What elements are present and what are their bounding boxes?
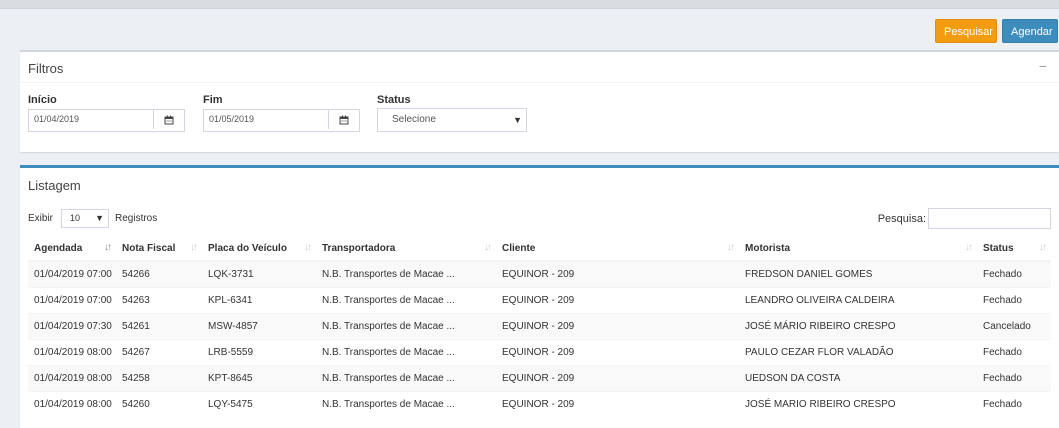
inicio-label: Início bbox=[28, 94, 57, 106]
caret-down-icon: ▼ bbox=[95, 213, 104, 223]
fim-label: Fim bbox=[203, 94, 223, 106]
cell-transportadora: N.B. Transportes de Macae ... bbox=[316, 287, 496, 314]
calendar-icon[interactable] bbox=[328, 110, 359, 129]
column-header-transportadora[interactable]: Transportadora ↓↑ bbox=[316, 236, 496, 262]
caret-down-icon: ▼ bbox=[513, 115, 522, 125]
cell-transportadora: N.B. Transportes de Macae ... bbox=[316, 260, 496, 288]
cell-status: Fechado bbox=[977, 339, 1051, 366]
sort-icon: ↓↑ bbox=[727, 242, 735, 253]
cell-placa: LQK-3731 bbox=[202, 260, 316, 288]
exibir-label: Exibir bbox=[28, 213, 54, 224]
cell-motorista: PAULO CEZAR FLOR VALADÃO bbox=[739, 339, 977, 366]
listagem-panel: Listagem Exibir 10 ▼ Registros Pesquisa:… bbox=[20, 165, 1059, 428]
status-select[interactable]: Selecione ▼ bbox=[377, 108, 527, 132]
cell-transportadora: N.B. Transportes de Macae ... bbox=[316, 391, 496, 417]
cell-nota-fiscal: 54266 bbox=[116, 260, 202, 288]
cell-agendada: 01/04/2019 07:30 bbox=[28, 313, 116, 340]
cell-status: Fechado bbox=[977, 391, 1051, 417]
page-size-select[interactable]: 10 ▼ bbox=[61, 209, 109, 228]
calendar-icon[interactable] bbox=[153, 110, 184, 129]
table-header-row: Agendada ↓↑ Nota Fiscal ↓↑ Placa do Veícul… bbox=[28, 236, 1051, 262]
column-header-motorista[interactable]: Motorista ↓↑ bbox=[739, 236, 977, 262]
search-input[interactable] bbox=[928, 208, 1051, 229]
cell-placa: KPL-6341 bbox=[202, 287, 316, 314]
column-header-placa[interactable]: Placa do Veículo ↓↑ bbox=[202, 236, 316, 262]
cell-cliente: EQUINOR - 209 bbox=[496, 339, 739, 366]
status-select-value: Selecione bbox=[392, 114, 436, 125]
top-bar bbox=[0, 0, 1059, 9]
cell-status: Fechado bbox=[977, 260, 1051, 288]
cell-cliente: EQUINOR - 209 bbox=[496, 260, 739, 288]
cell-status: Cancelado bbox=[977, 313, 1051, 340]
sort-icon: ↓↑ bbox=[965, 242, 973, 253]
table-row[interactable]: 01/04/2019 08:00 54267 LRB-5559 N.B. Tra… bbox=[28, 339, 1051, 366]
table-row[interactable]: 01/04/2019 07:00 54266 LQK-3731 N.B. Tra… bbox=[28, 260, 1051, 288]
fim-date-input[interactable] bbox=[204, 110, 328, 129]
cell-motorista: UEDSON DA COSTA bbox=[739, 365, 977, 392]
cell-nota-fiscal: 54261 bbox=[116, 313, 202, 340]
registros-label: Registros bbox=[115, 213, 158, 224]
status-label: Status bbox=[377, 94, 411, 106]
cell-motorista: LEANDRO OLIVEIRA CALDEIRA bbox=[739, 287, 977, 314]
cell-motorista: FREDSON DANIEL GOMES bbox=[739, 260, 977, 288]
cell-transportadora: N.B. Transportes de Macae ... bbox=[316, 313, 496, 340]
cell-motorista: JOSÉ MÁRIO RIBEIRO CRESPO bbox=[739, 313, 977, 340]
inicio-date-group bbox=[28, 109, 185, 132]
divider bbox=[20, 82, 1059, 83]
cell-cliente: EQUINOR - 209 bbox=[496, 391, 739, 417]
cell-agendada: 01/04/2019 08:00 bbox=[28, 391, 116, 417]
cell-cliente: EQUINOR - 209 bbox=[496, 313, 739, 340]
column-header-agendada[interactable]: Agendada ↓↑ bbox=[28, 236, 116, 262]
cell-cliente: EQUINOR - 209 bbox=[496, 287, 739, 314]
table-row[interactable]: 01/04/2019 08:00 54258 KPT-8645 N.B. Tra… bbox=[28, 365, 1051, 392]
table-row[interactable]: 01/04/2019 08:00 54260 LQY-5475 N.B. Tra… bbox=[28, 391, 1051, 417]
cell-transportadora: N.B. Transportes de Macae ... bbox=[316, 339, 496, 366]
pesquisa-label: Pesquisa: bbox=[877, 213, 926, 225]
cell-placa: LQY-5475 bbox=[202, 391, 316, 417]
cell-agendada: 01/04/2019 07:00 bbox=[28, 260, 116, 288]
cell-agendada: 01/04/2019 08:00 bbox=[28, 365, 116, 392]
agendar-button[interactable]: Agendar bbox=[1002, 19, 1058, 43]
table-row[interactable]: 01/04/2019 07:00 54263 KPL-6341 N.B. Tra… bbox=[28, 287, 1051, 314]
table-row[interactable]: 01/04/2019 07:30 54261 MSW-4857 N.B. Tra… bbox=[28, 313, 1051, 340]
filtros-panel: Filtros − Início Fim Status Selecione ▼ bbox=[20, 50, 1059, 152]
filtros-title: Filtros bbox=[28, 61, 64, 76]
sort-icon: ↓↑ bbox=[304, 242, 312, 253]
page-size-value: 10 bbox=[70, 213, 81, 223]
cell-cliente: EQUINOR - 209 bbox=[496, 365, 739, 392]
cell-nota-fiscal: 54258 bbox=[116, 365, 202, 392]
pesquisar-button[interactable]: Pesquisar bbox=[935, 19, 997, 43]
cell-placa: MSW-4857 bbox=[202, 313, 316, 340]
cell-transportadora: N.B. Transportes de Macae ... bbox=[316, 365, 496, 392]
cell-motorista: JOSÉ MARIO RIBEIRO CRESPO bbox=[739, 391, 977, 417]
cell-status: Fechado bbox=[977, 365, 1051, 392]
listagem-table: Agendada ↓↑ Nota Fiscal ↓↑ Placa do Veícul… bbox=[28, 236, 1051, 417]
column-header-nota-fiscal[interactable]: Nota Fiscal ↓↑ bbox=[116, 236, 202, 262]
sort-icon: ↓↑ bbox=[1039, 242, 1047, 253]
collapse-icon[interactable]: − bbox=[1039, 58, 1047, 74]
column-header-status[interactable]: Status ↓↑ bbox=[977, 236, 1051, 262]
column-header-cliente[interactable]: Cliente ↓↑ bbox=[496, 236, 739, 262]
cell-status: Fechado bbox=[977, 287, 1051, 314]
cell-nota-fiscal: 54263 bbox=[116, 287, 202, 314]
cell-agendada: 01/04/2019 08:00 bbox=[28, 339, 116, 366]
listagem-title: Listagem bbox=[28, 178, 81, 193]
sort-asc-icon: ↓↑ bbox=[104, 242, 112, 253]
cell-nota-fiscal: 54267 bbox=[116, 339, 202, 366]
sort-icon: ↓↑ bbox=[190, 242, 198, 253]
cell-agendada: 01/04/2019 07:00 bbox=[28, 287, 116, 314]
cell-placa: KPT-8645 bbox=[202, 365, 316, 392]
cell-placa: LRB-5559 bbox=[202, 339, 316, 366]
fim-date-group bbox=[203, 109, 360, 132]
cell-nota-fiscal: 54260 bbox=[116, 391, 202, 417]
inicio-date-input[interactable] bbox=[29, 110, 153, 129]
sort-icon: ↓↑ bbox=[484, 242, 492, 253]
